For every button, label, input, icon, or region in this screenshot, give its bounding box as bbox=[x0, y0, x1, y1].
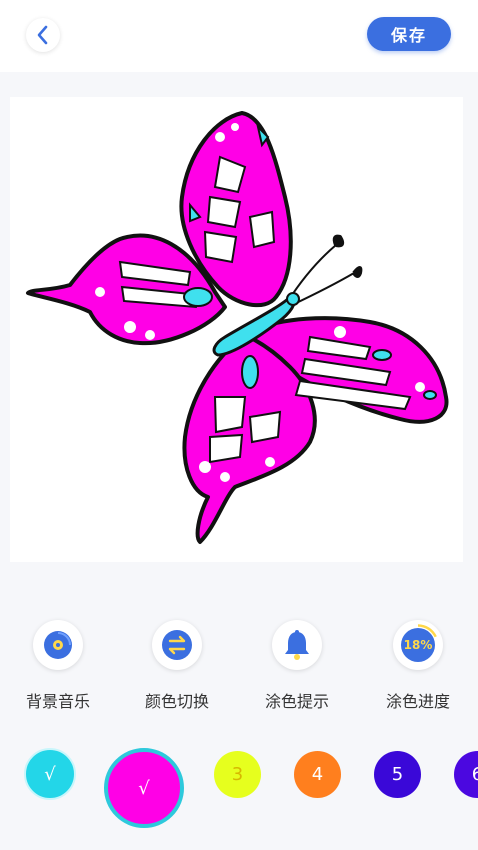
swatch-check: √ bbox=[138, 777, 150, 799]
top-bar: 保存 bbox=[0, 0, 478, 72]
color-swatch-1[interactable]: √ bbox=[24, 748, 76, 800]
coloring-progress-tool[interactable]: 18% 涂色进度 bbox=[368, 620, 468, 712]
music-disc-icon bbox=[44, 631, 72, 659]
swatch-number: 5 bbox=[391, 764, 404, 785]
coloring-hint-button[interactable] bbox=[272, 620, 322, 670]
swatch-number: 4 bbox=[311, 764, 324, 785]
butterfly-illustration[interactable] bbox=[10, 97, 463, 562]
antenna bbox=[291, 272, 355, 306]
tool-label: 颜色切换 bbox=[144, 692, 209, 711]
color-switch-button[interactable] bbox=[152, 620, 202, 670]
progress-text: 18% bbox=[403, 638, 433, 652]
coloring-canvas[interactable] bbox=[10, 97, 463, 562]
swatch-number: 6 bbox=[471, 764, 478, 785]
tool-label: 涂色进度 bbox=[385, 692, 450, 711]
save-button[interactable]: 保存 bbox=[367, 17, 451, 51]
background-music-button[interactable] bbox=[33, 620, 83, 670]
bell-icon bbox=[285, 630, 309, 660]
swatch-check: √ bbox=[44, 763, 56, 785]
tool-label: 背景音乐 bbox=[25, 692, 90, 711]
color-swatch-5[interactable]: 5 bbox=[374, 751, 421, 798]
tool-label: 涂色提示 bbox=[264, 692, 329, 711]
coloring-progress-button[interactable]: 18% bbox=[393, 620, 443, 670]
tool-bar: 背景音乐 颜色切换 涂色提示 18% 涂色进度 bbox=[0, 620, 478, 720]
color-swatch-6[interactable]: 6 bbox=[454, 751, 478, 798]
color-swatch-3[interactable]: 3 bbox=[214, 751, 261, 798]
swap-arrows-icon bbox=[162, 630, 192, 660]
back-button[interactable] bbox=[26, 18, 60, 52]
swatch-number: 3 bbox=[231, 764, 244, 785]
color-swatch-4[interactable]: 4 bbox=[294, 751, 341, 798]
chevron-left-icon bbox=[37, 25, 48, 45]
color-switch-tool[interactable]: 颜色切换 bbox=[127, 620, 227, 712]
background-music-tool[interactable]: 背景音乐 bbox=[8, 620, 108, 712]
coloring-hint-tool[interactable]: 涂色提示 bbox=[247, 620, 347, 712]
color-palette: √ √ 3 4 5 6 bbox=[0, 740, 478, 830]
color-swatch-2-selected[interactable]: √ bbox=[104, 748, 184, 828]
